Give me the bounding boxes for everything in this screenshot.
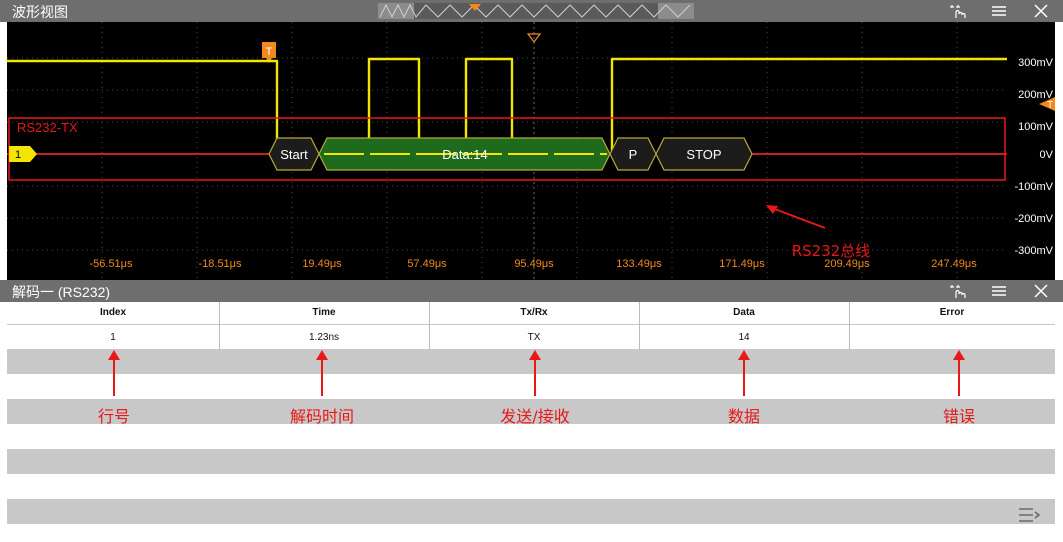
voltage-label: 300mV — [1018, 57, 1054, 69]
decode-title-bar: 解码一 (RS232) — [0, 280, 1063, 302]
trigger-level-label: T — [1047, 100, 1053, 111]
close-icon[interactable] — [1030, 280, 1052, 302]
table-row-stripe — [7, 499, 1055, 524]
frame-parity-label: P — [629, 147, 638, 162]
column-header-time[interactable]: Time — [219, 307, 429, 318]
trigger-marker-label: T — [266, 46, 273, 58]
cell-txrx: TX — [527, 332, 541, 343]
time-label: 171.49μs — [719, 258, 765, 270]
touch-gesture-icon[interactable] — [946, 280, 968, 302]
time-label: 19.49μs — [302, 258, 342, 270]
channel1-marker-label: 1 — [15, 149, 21, 161]
voltage-label: -300mV — [1014, 245, 1053, 257]
annotation-arrows — [108, 350, 965, 396]
waveform-screen[interactable]: T RS232-TX Start Data:14 P STOP 1 T 300m… — [7, 22, 1055, 280]
menu-icon[interactable] — [988, 280, 1010, 302]
column-header-txrx[interactable]: Tx/Rx — [429, 307, 639, 318]
memory-overview-bar[interactable] — [378, 3, 694, 19]
voltage-label: -100mV — [1014, 181, 1053, 193]
close-icon[interactable] — [1030, 0, 1052, 22]
cell-index: 1 — [110, 332, 116, 343]
decode-table: Index Time Tx/Rx Data Error 1 1.23ns TX … — [7, 302, 1055, 542]
annotation-error: 错误 — [942, 407, 975, 426]
column-header-error[interactable]: Error — [849, 307, 1055, 318]
bus-annotation-label: RS232总线 — [792, 242, 871, 260]
bus-label: RS232-TX — [17, 120, 78, 135]
annotation-index: 行号 — [97, 407, 130, 426]
time-label: 95.49μs — [514, 258, 554, 270]
collapse-menu-icon[interactable] — [1017, 505, 1041, 530]
column-header-index[interactable]: Index — [7, 307, 219, 318]
time-label: 57.49μs — [407, 258, 447, 270]
channel1-marker[interactable] — [9, 146, 37, 162]
cell-data: 14 — [738, 332, 750, 343]
frame-stop-label: STOP — [686, 147, 721, 162]
menu-icon[interactable] — [988, 0, 1010, 22]
voltage-scale: 300mV 200mV 100mV 0V -100mV -200mV -300m… — [1014, 57, 1053, 257]
decode-window-title: 解码一 (RS232) — [12, 284, 111, 300]
annotation-data: 数据 — [727, 407, 760, 426]
time-label: 247.49μs — [931, 258, 977, 270]
table-row-stripe — [7, 449, 1055, 474]
column-header-data[interactable]: Data — [639, 307, 849, 318]
time-label: -56.51μs — [89, 258, 133, 270]
voltage-label: 100mV — [1018, 121, 1054, 133]
time-label: 133.49μs — [616, 258, 662, 270]
waveform-window-title: 波形视图 — [12, 4, 68, 20]
waveform-title-bar: 波形视图 — [0, 0, 1063, 22]
touch-gesture-icon[interactable] — [946, 0, 968, 22]
cell-time: 1.23ns — [308, 332, 340, 343]
voltage-label: -200mV — [1014, 213, 1053, 225]
time-label: -18.51μs — [198, 258, 242, 270]
frame-data-label: Data:14 — [442, 147, 488, 162]
voltage-label: 200mV — [1018, 89, 1054, 101]
annotation-time: 解码时间 — [289, 407, 354, 426]
voltage-label: 0V — [1040, 149, 1054, 161]
frame-start-label: Start — [280, 147, 308, 162]
bus-annotation: RS232总线 — [766, 205, 870, 260]
annotation-txrx: 发送/接收 — [500, 407, 570, 426]
